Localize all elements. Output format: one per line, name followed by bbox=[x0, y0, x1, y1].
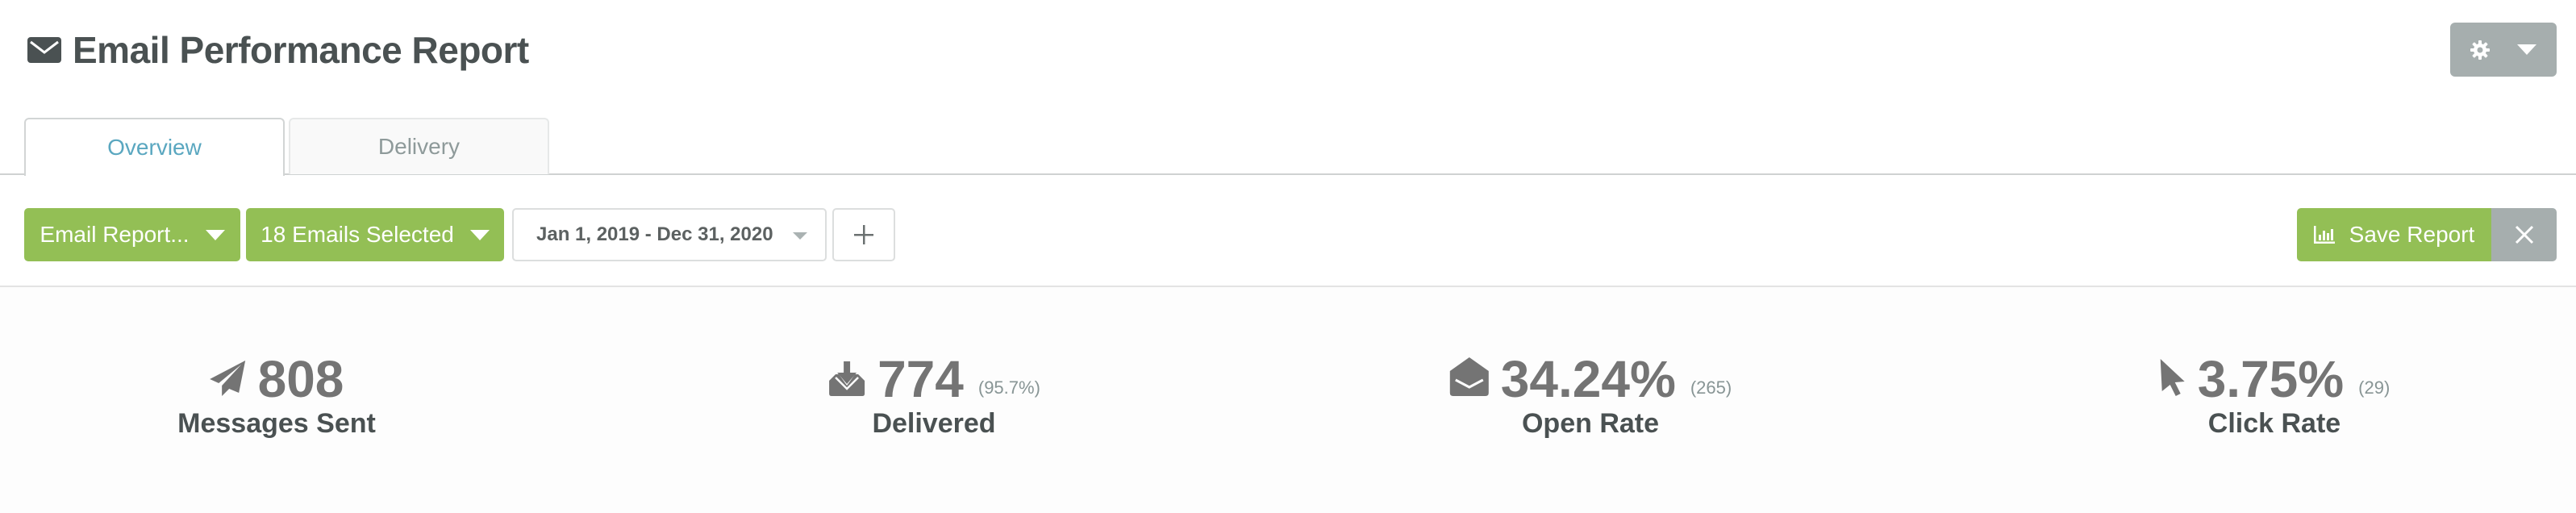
paper-plane-icon bbox=[210, 361, 246, 396]
stat-value: 3.75% bbox=[2197, 350, 2345, 408]
inbox-download-icon bbox=[829, 361, 865, 396]
emails-select-button[interactable]: 18 Emails Selected bbox=[246, 208, 504, 261]
stat-sub-value: (265) bbox=[1690, 377, 1732, 398]
mouse-pointer-icon bbox=[2160, 359, 2185, 396]
save-report-button[interactable]: Save Report bbox=[2297, 208, 2491, 261]
report-select-button[interactable]: Email Report... bbox=[24, 208, 240, 261]
gear-icon bbox=[2470, 40, 2490, 60]
tab-delivery-label: Delivery bbox=[377, 134, 461, 159]
page-title: Email Performance Report bbox=[27, 24, 529, 76]
stat-label: Click Rate bbox=[2207, 408, 2341, 439]
plus-icon bbox=[854, 225, 873, 244]
page-title-text: Email Performance Report bbox=[73, 29, 529, 71]
stat-messages-sent: 808 Messages Sent bbox=[177, 348, 376, 440]
stat-label: Delivered bbox=[872, 408, 996, 439]
stat-delivered: 774 (95.7%) Delivered bbox=[827, 348, 1040, 440]
save-report-group: Save Report bbox=[2297, 208, 2557, 261]
settings-dropdown-button[interactable] bbox=[2450, 23, 2557, 77]
stat-label: Open Rate bbox=[1521, 408, 1660, 439]
bar-chart-icon bbox=[2313, 226, 2335, 244]
stat-click-rate: 3.75% (29) Click Rate bbox=[2159, 348, 2391, 440]
caret-down-icon bbox=[793, 232, 807, 240]
close-icon bbox=[2515, 225, 2533, 244]
stat-label: Messages Sent bbox=[177, 408, 376, 439]
close-button[interactable] bbox=[2491, 208, 2557, 261]
envelope-open-icon bbox=[1449, 357, 1489, 396]
stat-sub-value: (29) bbox=[2358, 377, 2391, 398]
caret-down-icon bbox=[469, 229, 490, 240]
report-select-label: Email Report... bbox=[40, 222, 190, 247]
save-report-label: Save Report bbox=[2349, 222, 2475, 247]
stat-value: 34.24% bbox=[1500, 350, 1676, 408]
add-filter-button[interactable] bbox=[832, 208, 895, 261]
stat-value: 808 bbox=[257, 350, 344, 408]
caret-down-icon bbox=[205, 229, 225, 240]
stat-open-rate: 34.24% (265) Open Rate bbox=[1449, 348, 1732, 440]
emails-select-label: 18 Emails Selected bbox=[261, 222, 454, 247]
tab-delivery[interactable]: Delivery bbox=[289, 118, 549, 174]
tab-overview[interactable]: Overview bbox=[24, 118, 285, 176]
date-range-select[interactable]: Jan 1, 2019 - Dec 31, 2020 bbox=[512, 208, 827, 261]
stat-value: 774 bbox=[877, 350, 964, 408]
stat-sub-value: (95.7%) bbox=[977, 377, 1040, 398]
date-range-value: Jan 1, 2019 - Dec 31, 2020 bbox=[536, 223, 773, 245]
tab-overview-label: Overview bbox=[107, 135, 202, 160]
envelope-icon bbox=[27, 37, 61, 63]
stats-panel: 808 Messages Sent 774 (95.7%) Delivered … bbox=[0, 287, 2576, 513]
caret-down-icon bbox=[2517, 44, 2536, 55]
